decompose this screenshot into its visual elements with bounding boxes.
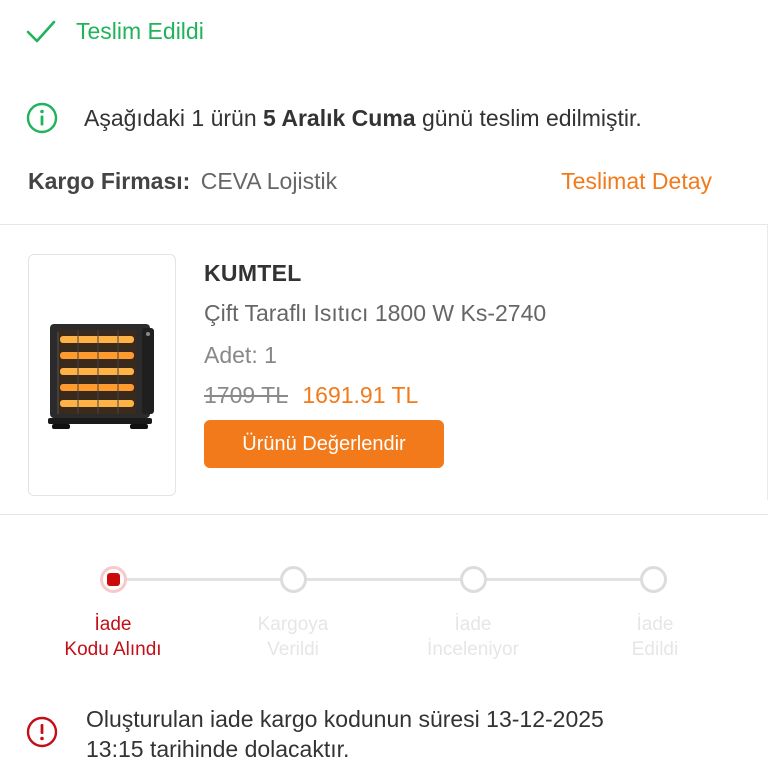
step-label-line: Kargoya	[257, 614, 329, 635]
step-connector	[306, 578, 460, 581]
cargo-company-name: CEVA Lojistik	[200, 168, 338, 194]
delivery-info-prefix: Aşağıdaki 1 ürün	[84, 104, 257, 131]
step-label-line: İnceleniyor	[427, 639, 519, 660]
step-label-returned: İade Edildi	[580, 612, 730, 662]
step-label-line: İade	[636, 614, 674, 635]
product-card: KUMTEL Çift Taraflı Isıtıcı 1800 W Ks-27…	[0, 224, 768, 500]
cargo-label: Kargo Firması:	[28, 168, 191, 194]
step-connector	[486, 578, 640, 581]
return-warning-text: Oluşturulan iade kargo kodunun süresi 13…	[86, 704, 604, 764]
delivery-date: 5 Aralık Cuma	[263, 104, 416, 131]
step-label-line: Verildi	[267, 639, 319, 660]
info-icon	[26, 102, 58, 134]
delivery-info-suffix: günü teslim edilmiştir.	[421, 104, 642, 131]
step-label-line: Edildi	[631, 639, 679, 660]
product-prices: 1709 TL 1691.91 TL	[204, 382, 418, 409]
delivery-info-text: Aşağıdaki 1 ürün 5 Aralık Cuma günü tesl…	[84, 105, 642, 132]
quantity-label: Adet:	[204, 342, 258, 368]
new-price: 1691.91 TL	[302, 382, 419, 408]
alert-icon	[26, 716, 58, 748]
warning-line: Oluşturulan iade kargo kodunun süresi 13…	[86, 706, 604, 732]
delivery-detail-link[interactable]: Teslimat Detay	[561, 168, 712, 195]
step-connector	[126, 578, 280, 581]
rate-product-button[interactable]: Ürünü Değerlendir	[204, 420, 444, 468]
check-icon	[26, 20, 56, 43]
quantity-value: 1	[264, 342, 277, 368]
step-label-return-code: İade Kodu Alındı	[38, 612, 188, 662]
old-price: 1709 TL	[204, 382, 288, 408]
divider	[0, 514, 768, 515]
status-label: Teslim Edildi	[76, 17, 204, 44]
delivery-info: Aşağıdaki 1 ürün 5 Aralık Cuma günü tesl…	[26, 102, 748, 134]
step-dot-returned	[640, 566, 667, 593]
product-name[interactable]: Çift Taraflı Isıtıcı 1800 W Ks-2740	[204, 300, 546, 327]
step-label-line: İade	[94, 614, 132, 635]
step-label-line: Kodu Alındı	[64, 639, 162, 660]
step-label-line: İade	[454, 614, 492, 635]
heater-image	[48, 324, 154, 429]
return-stepper: İade Kodu Alındı Kargoya Verildi İade İn…	[0, 556, 768, 666]
return-warning: Oluşturulan iade kargo kodunun süresi 13…	[26, 704, 728, 764]
product-brand: KUMTEL	[204, 260, 302, 286]
cargo-row: Kargo Firması: CEVA Lojistik Teslimat De…	[28, 168, 712, 195]
delivery-status: Teslim Edildi	[26, 14, 204, 48]
step-label-shipped: Kargoya Verildi	[218, 612, 368, 662]
step-dot-return-code	[100, 566, 127, 593]
product-image[interactable]	[28, 254, 176, 496]
step-label-inspecting: İade İnceleniyor	[398, 612, 548, 662]
cargo-company: Kargo Firması: CEVA Lojistik	[28, 168, 337, 195]
product-quantity: Adet: 1	[204, 342, 277, 369]
step-dot-inspecting	[460, 566, 487, 593]
step-dot-shipped	[280, 566, 307, 593]
warning-line: 13:15 tarihinde dolacaktır.	[86, 736, 350, 762]
